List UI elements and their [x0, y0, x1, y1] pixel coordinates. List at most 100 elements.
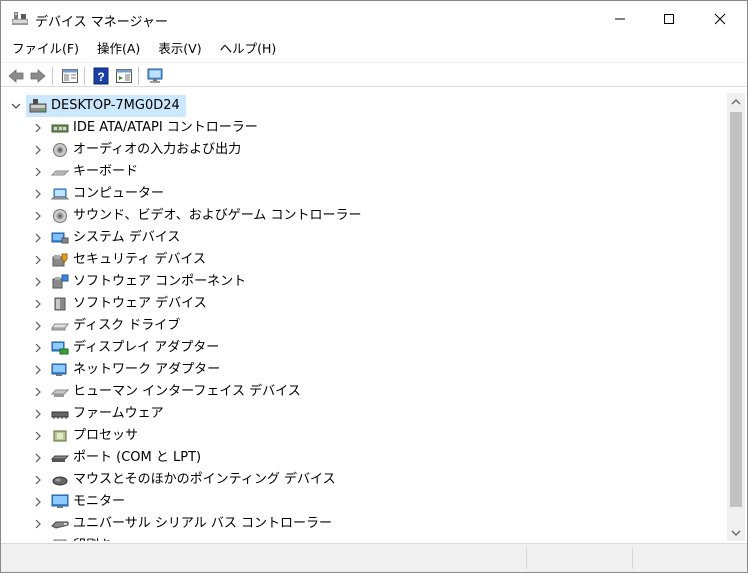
menu-help[interactable]: ヘルプ(H) — [210, 38, 285, 60]
action-pane-icon — [116, 69, 132, 83]
action-pane-button[interactable] — [114, 66, 134, 86]
tree-item[interactable]: モニター — [2, 491, 727, 513]
chevron-right-icon[interactable] — [33, 211, 43, 221]
device-tree[interactable]: DESKTOP-7MG0D24 IDE ATA/ATAPI コントローラーオーデ… — [2, 93, 727, 541]
scroll-thumb[interactable] — [730, 112, 742, 507]
help-button[interactable]: ? — [91, 66, 111, 86]
tree-item[interactable]: キーボード — [2, 161, 727, 183]
monitor-icon — [51, 494, 69, 508]
tree-item-label: ソフトウェア デバイス — [73, 296, 207, 311]
window-title: デバイス マネージャー — [35, 15, 168, 30]
tree-item[interactable]: プロセッサ — [2, 425, 727, 447]
maximize-button[interactable] — [646, 1, 692, 37]
tree-item-label: ファームウェア — [73, 406, 164, 421]
tree-item[interactable]: ディスク ドライブ — [2, 315, 727, 337]
tree-item-label: システム デバイス — [73, 230, 181, 245]
software-device-icon — [54, 297, 66, 311]
tree-item[interactable]: IDE ATA/ATAPI コントローラー — [2, 117, 727, 139]
chevron-right-icon[interactable] — [33, 497, 43, 507]
tree-root[interactable]: DESKTOP-7MG0D24 — [2, 95, 727, 117]
tree-item[interactable]: ポート (COM と LPT) — [2, 447, 727, 469]
toolbar: ? — [1, 62, 747, 87]
tree-item[interactable]: システム デバイス — [2, 227, 727, 249]
forward-button[interactable] — [28, 66, 48, 86]
tree-item-label: ディスプレイ アダプター — [73, 340, 220, 355]
tree-item-label: サウンド、ビデオ、およびゲーム コントローラー — [73, 208, 362, 223]
scroll-up-button[interactable] — [727, 93, 745, 110]
chevron-right-icon[interactable] — [33, 233, 43, 243]
tree-item[interactable]: ソフトウェア デバイス — [2, 293, 727, 315]
tree-item[interactable]: 印刷キュー — [2, 535, 727, 541]
security-device-icon — [52, 253, 68, 267]
back-arrow-icon — [8, 69, 24, 83]
tree-item[interactable]: ファームウェア — [2, 403, 727, 425]
tree-item-label: ディスク ドライブ — [73, 318, 181, 333]
minimize-button[interactable] — [597, 1, 643, 37]
scan-hardware-button[interactable] — [145, 66, 165, 86]
console-tree-icon — [62, 69, 78, 83]
system-device-icon — [51, 232, 69, 244]
chevron-right-icon[interactable] — [33, 145, 43, 155]
vertical-scrollbar[interactable] — [727, 93, 745, 541]
speaker-icon — [53, 143, 67, 157]
menu-file[interactable]: ファイル(F) — [1, 38, 87, 60]
printer-icon — [53, 539, 67, 541]
chevron-right-icon[interactable] — [33, 299, 43, 309]
chevron-right-icon[interactable] — [33, 255, 43, 265]
chevron-right-icon[interactable] — [33, 431, 43, 441]
computer-icon — [51, 188, 69, 200]
tree-item[interactable]: ソフトウェア コンポーネント — [2, 271, 727, 293]
chevron-down-icon[interactable] — [11, 101, 21, 111]
menu-view[interactable]: 表示(V) — [148, 38, 209, 60]
tree-item-label: ソフトウェア コンポーネント — [73, 274, 247, 289]
chevron-right-icon[interactable] — [33, 475, 43, 485]
title-bar: デバイス マネージャー — [1, 1, 747, 37]
tree-item-label: ヒューマン インターフェイス デバイス — [73, 384, 301, 399]
tree-item[interactable]: サウンド、ビデオ、およびゲーム コントローラー — [2, 205, 727, 227]
tree-item[interactable]: ヒューマン インターフェイス デバイス — [2, 381, 727, 403]
computer-root-icon — [29, 99, 47, 113]
chevron-right-icon[interactable] — [33, 453, 43, 463]
chevron-right-icon[interactable] — [33, 277, 43, 287]
help-icon: ? — [93, 67, 109, 85]
mouse-icon — [52, 476, 68, 486]
tree-item[interactable]: オーディオの入力および出力 — [2, 139, 727, 161]
tree-item[interactable]: ユニバーサル シリアル バス コントローラー — [2, 513, 727, 535]
tree-item-label: ポート (COM と LPT) — [73, 450, 202, 465]
chevron-right-icon[interactable] — [33, 409, 43, 419]
chevron-right-icon[interactable] — [33, 189, 43, 199]
close-button[interactable] — [697, 1, 743, 37]
tree-item[interactable]: セキュリティ デバイス — [2, 249, 727, 271]
scroll-down-button[interactable] — [727, 524, 745, 541]
chevron-down-icon — [731, 530, 741, 536]
chevron-right-icon[interactable] — [33, 321, 43, 331]
tree-item[interactable]: ディスプレイ アダプター — [2, 337, 727, 359]
chevron-right-icon[interactable] — [33, 519, 43, 529]
chevron-right-icon[interactable] — [33, 123, 43, 133]
status-pane-divider — [526, 547, 527, 569]
tree-item-label: オーディオの入力および出力 — [73, 142, 242, 157]
tree-item[interactable]: マウスとそのほかのポインティング デバイス — [2, 469, 727, 491]
toolbar-separator — [52, 67, 53, 85]
disk-drive-icon — [51, 323, 69, 331]
show-hide-console-tree-button[interactable] — [60, 66, 80, 86]
firmware-icon — [51, 411, 69, 419]
hid-icon — [51, 389, 69, 397]
tree-item[interactable]: コンピューター — [2, 183, 727, 205]
menu-action[interactable]: 操作(A) — [87, 38, 148, 60]
network-adapter-icon — [51, 363, 67, 376]
tree-item-label: ユニバーサル シリアル バス コントローラー — [73, 516, 333, 531]
tree-item-label: セキュリティ デバイス — [73, 252, 206, 267]
ide-controller-icon — [51, 124, 69, 133]
back-button[interactable] — [6, 66, 26, 86]
port-icon — [51, 455, 69, 462]
chevron-right-icon[interactable] — [33, 167, 43, 177]
chevron-right-icon[interactable] — [33, 387, 43, 397]
maximize-icon — [664, 14, 674, 24]
tree-item[interactable]: ネットワーク アダプター — [2, 359, 727, 381]
tree-item-label: キーボード — [73, 164, 139, 179]
software-component-icon — [52, 274, 69, 289]
chevron-right-icon[interactable] — [33, 365, 43, 375]
chevron-right-icon[interactable] — [33, 343, 43, 353]
scan-hardware-icon — [147, 68, 163, 83]
